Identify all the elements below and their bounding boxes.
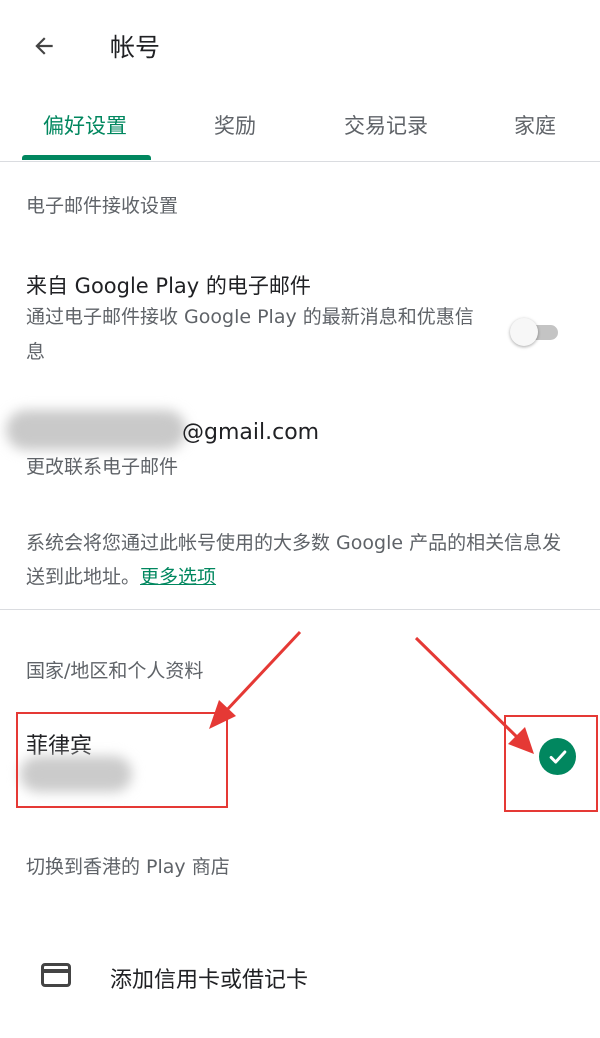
switch-store-link[interactable]: 切换到香港的 Play 商店 bbox=[26, 852, 230, 879]
change-email-link[interactable]: 更改联系电子邮件 bbox=[26, 452, 178, 479]
email-address: @gmail.com bbox=[182, 420, 320, 445]
add-card-row[interactable]: 添加信用卡或借记卡 bbox=[0, 940, 600, 1012]
section-divider bbox=[0, 609, 600, 610]
email-toggle[interactable] bbox=[510, 318, 560, 346]
annotation-box-check bbox=[504, 715, 598, 812]
toggle-thumb bbox=[510, 318, 538, 346]
add-card-label: 添加信用卡或借记卡 bbox=[110, 968, 309, 993]
tab-transactions[interactable]: 交易记录 bbox=[344, 110, 428, 140]
credit-card-icon bbox=[41, 963, 71, 987]
active-tab-indicator bbox=[22, 155, 151, 160]
email-settings-header: 电子邮件接收设置 bbox=[26, 195, 179, 217]
page-title: 帐号 bbox=[110, 33, 161, 62]
email-info-body: 系统会将您通过此帐号使用的大多数 Google 产品的相关信息发送到此地址。 bbox=[26, 532, 562, 588]
redacted-email-username bbox=[6, 410, 186, 450]
tab-rewards[interactable]: 奖励 bbox=[214, 110, 256, 140]
arrow-back-icon bbox=[35, 37, 53, 55]
tab-family[interactable]: 家庭 bbox=[514, 110, 556, 140]
email-info-text: 系统会将您通过此帐号使用的大多数 Google 产品的相关信息发送到此地址。更多… bbox=[26, 526, 576, 594]
tab-preferences[interactable]: 偏好设置 bbox=[43, 110, 127, 140]
country-profile-header: 国家/地区和个人资料 bbox=[26, 660, 204, 682]
more-options-link[interactable]: 更多选项 bbox=[140, 566, 216, 588]
annotation-arrow-left bbox=[223, 630, 302, 714]
annotation-box-country bbox=[16, 712, 228, 808]
email-pref-title[interactable]: 来自 Google Play 的电子邮件 bbox=[26, 270, 311, 300]
top-app-bar: 帐号 bbox=[0, 0, 600, 92]
tab-bar: 偏好设置 奖励 交易记录 家庭 bbox=[0, 92, 600, 162]
back-button[interactable] bbox=[24, 26, 64, 66]
email-pref-description: 通过电子邮件接收 Google Play 的最新消息和优惠信息 bbox=[26, 306, 474, 363]
